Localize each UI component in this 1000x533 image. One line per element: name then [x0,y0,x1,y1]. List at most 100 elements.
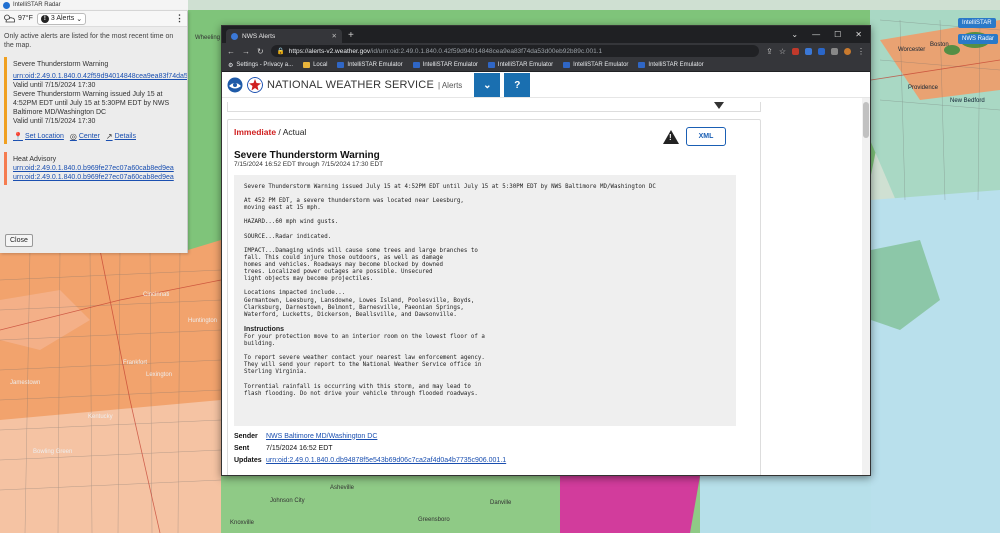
details-link[interactable]: ↗ Details [106,132,136,141]
temperature: 97°F [18,15,33,22]
warning-icon [714,102,724,109]
extension-icons: ⇪ ☆ ⋮ [766,47,865,56]
map-label-new-bedford: New Bedford [950,98,985,104]
alert-icon: ! [40,14,49,23]
profile-avatar-icon[interactable] [844,47,851,55]
urgency-status: Immediate / Actual [234,127,306,137]
partly-cloudy-icon [4,14,15,23]
map-label-bowling-green: Bowling Green [33,449,73,455]
alert-detail-card: Immediate / Actual Severe Thunderstorm W… [227,119,761,475]
new-tab-icon[interactable]: + [342,30,360,43]
page-icon [487,62,495,68]
details-label: Details [114,133,136,140]
map-label-huntington: Huntington [188,318,218,324]
previous-alert-card [227,102,761,112]
center-link[interactable]: ◎ Center [70,132,100,141]
lock-icon: 🔒 [276,48,285,55]
set-location-link[interactable]: 📍 Set Location [13,132,64,141]
share-icon[interactable]: ⇪ [766,47,773,56]
alert-urn-link[interactable]: urn:oid:2.49.0.1.840.0.b969fe27ec07a60ca… [13,164,187,173]
tab-title: NWS Alerts [242,32,276,40]
urgency: Immediate [234,127,277,137]
xml-button[interactable]: XML [686,127,726,146]
nws-title[interactable]: NATIONAL WEATHER SERVICE [267,79,434,91]
page-content: NATIONAL WEATHER SERVICE | Alerts ⌄ ? Im… [222,73,870,475]
page-icon [337,62,345,68]
alert-type: Heat Advisory [13,156,57,163]
nws-radar-button[interactable]: NWS Radar [958,34,999,44]
bookmark-item[interactable]: IntelliSTAR Emulator [563,62,628,68]
sender-link[interactable]: NWS Baltimore MD/Washington DC [266,433,377,440]
alert-urn-link[interactable]: urn:oid:2.49.0.1.840.0.42f59d94014848cea… [13,72,187,81]
map-label-boston: Boston [930,42,949,48]
bookmark-item[interactable]: IntelliSTAR Emulator [412,62,478,68]
extension-blue-icon[interactable] [818,47,825,55]
extension-red-icon[interactable] [792,47,799,55]
chevron-down-icon[interactable]: ⌄ [791,30,798,39]
close-tab-icon[interactable]: ✕ [332,32,337,40]
alerts-dropdown-button[interactable]: ! 3 Alerts ⌄ [36,12,87,25]
page-icon [412,62,420,68]
bookmark-item[interactable]: Local [303,62,327,68]
more-options-icon[interactable]: ⋮ [175,13,184,24]
window-controls: ⌄ — ☐ ✕ [783,30,870,43]
bookmark-label: IntelliSTAR Emulator [497,62,554,68]
panel-topbar: 97°F ! 3 Alerts ⌄ ⋮ [0,11,187,27]
external-link-icon: ↗ [105,132,113,141]
map-label-worcester: Worcester [898,47,926,53]
bookmark-item[interactable]: IntelliSTAR Emulator [337,62,403,68]
back-icon[interactable]: ← [227,47,235,56]
warning-icon: ! [663,130,679,144]
map-label-greensboro: Greensboro [418,517,450,523]
target-icon: ◎ [69,132,77,141]
map-pin-icon: 📍 [13,132,23,141]
maximize-icon[interactable]: ☐ [834,30,841,39]
bookmark-label: Local [313,62,328,68]
page-icon [563,62,571,68]
center-label: Center [78,133,100,140]
map-label-knoxville: Knoxville [230,520,255,526]
alert-description: Severe Thunderstorm Warning issued July … [244,184,656,318]
tab-strip: NWS Alerts ✕ + ⌄ — ☐ ✕ [222,26,870,43]
url-host: https://alerts-v2.weather.gov [288,47,371,55]
alert-valid-2: Valid until 7/15/2024 17:30 [13,118,96,125]
minimize-icon[interactable]: — [812,30,820,39]
tab-nws-alerts[interactable]: NWS Alerts ✕ [226,29,342,43]
close-button[interactable]: Close [5,234,33,247]
current-weather[interactable]: 97°F [3,14,33,23]
nws-subtitle: | Alerts [437,80,463,90]
alert-card-severe-thunderstorm: Severe Thunderstorm Warning urn:oid:2.49… [4,57,187,144]
set-location-label: Set Location [24,133,64,140]
page-icon [638,62,646,68]
sidebar-icon[interactable] [831,47,838,55]
updates-label: Updates [234,456,262,464]
url-bar[interactable]: 🔒 https://alerts-v2.weather.gov/id/urn:o… [270,45,760,57]
alert-valid: Valid until 7/15/2024 17:30 [13,82,96,89]
map-label-jamestown: Jamestown [10,380,41,386]
puzzle-icon[interactable] [805,47,812,55]
alert-card-heat-advisory: Heat Advisory urn:oid:2.49.0.1.840.0.b96… [4,152,187,185]
map-label-lexington: Lexington [146,372,173,378]
forward-icon[interactable]: → [242,47,250,56]
page-scrollbar[interactable] [862,98,870,475]
bookmark-label: IntelliSTAR Emulator [347,62,403,68]
alert-title: Severe Thunderstorm Warning [234,150,380,161]
alert-instructions: For your protection move to an interior … [244,333,485,397]
scrollbar-thumb[interactable] [863,102,869,138]
bookmark-label: Settings - Privacy a... [236,62,294,68]
bookmark-star-icon[interactable]: ☆ [779,47,786,56]
app-globe-icon [3,1,10,9]
map-label-kentucky: Kentucky [88,414,113,420]
nws-favicon-icon [231,32,238,40]
bookmark-item[interactable]: IntelliSTAR Emulator [638,62,704,68]
updates-link[interactable]: urn:oid:2.49.0.1.840.0.db94878f5e543b69d… [266,457,506,464]
close-icon[interactable]: ✕ [855,30,862,39]
intellistar-button[interactable]: IntelliSTAR [958,18,996,28]
reload-icon[interactable]: ↻ [257,47,264,56]
alert-urn-link-2[interactable]: urn:oid:2.49.0.1.840.0.b969fe27ec07a60ca… [13,173,187,182]
nws-help-button[interactable]: ? [504,73,531,97]
bookmark-item[interactable]: ⚙ Settings - Privacy a... [228,62,293,69]
bookmark-item[interactable]: IntelliSTAR Emulator [487,62,554,68]
nws-menu-button[interactable]: ⌄ [474,73,501,97]
menu-kebab-icon[interactable]: ⋮ [857,47,865,56]
